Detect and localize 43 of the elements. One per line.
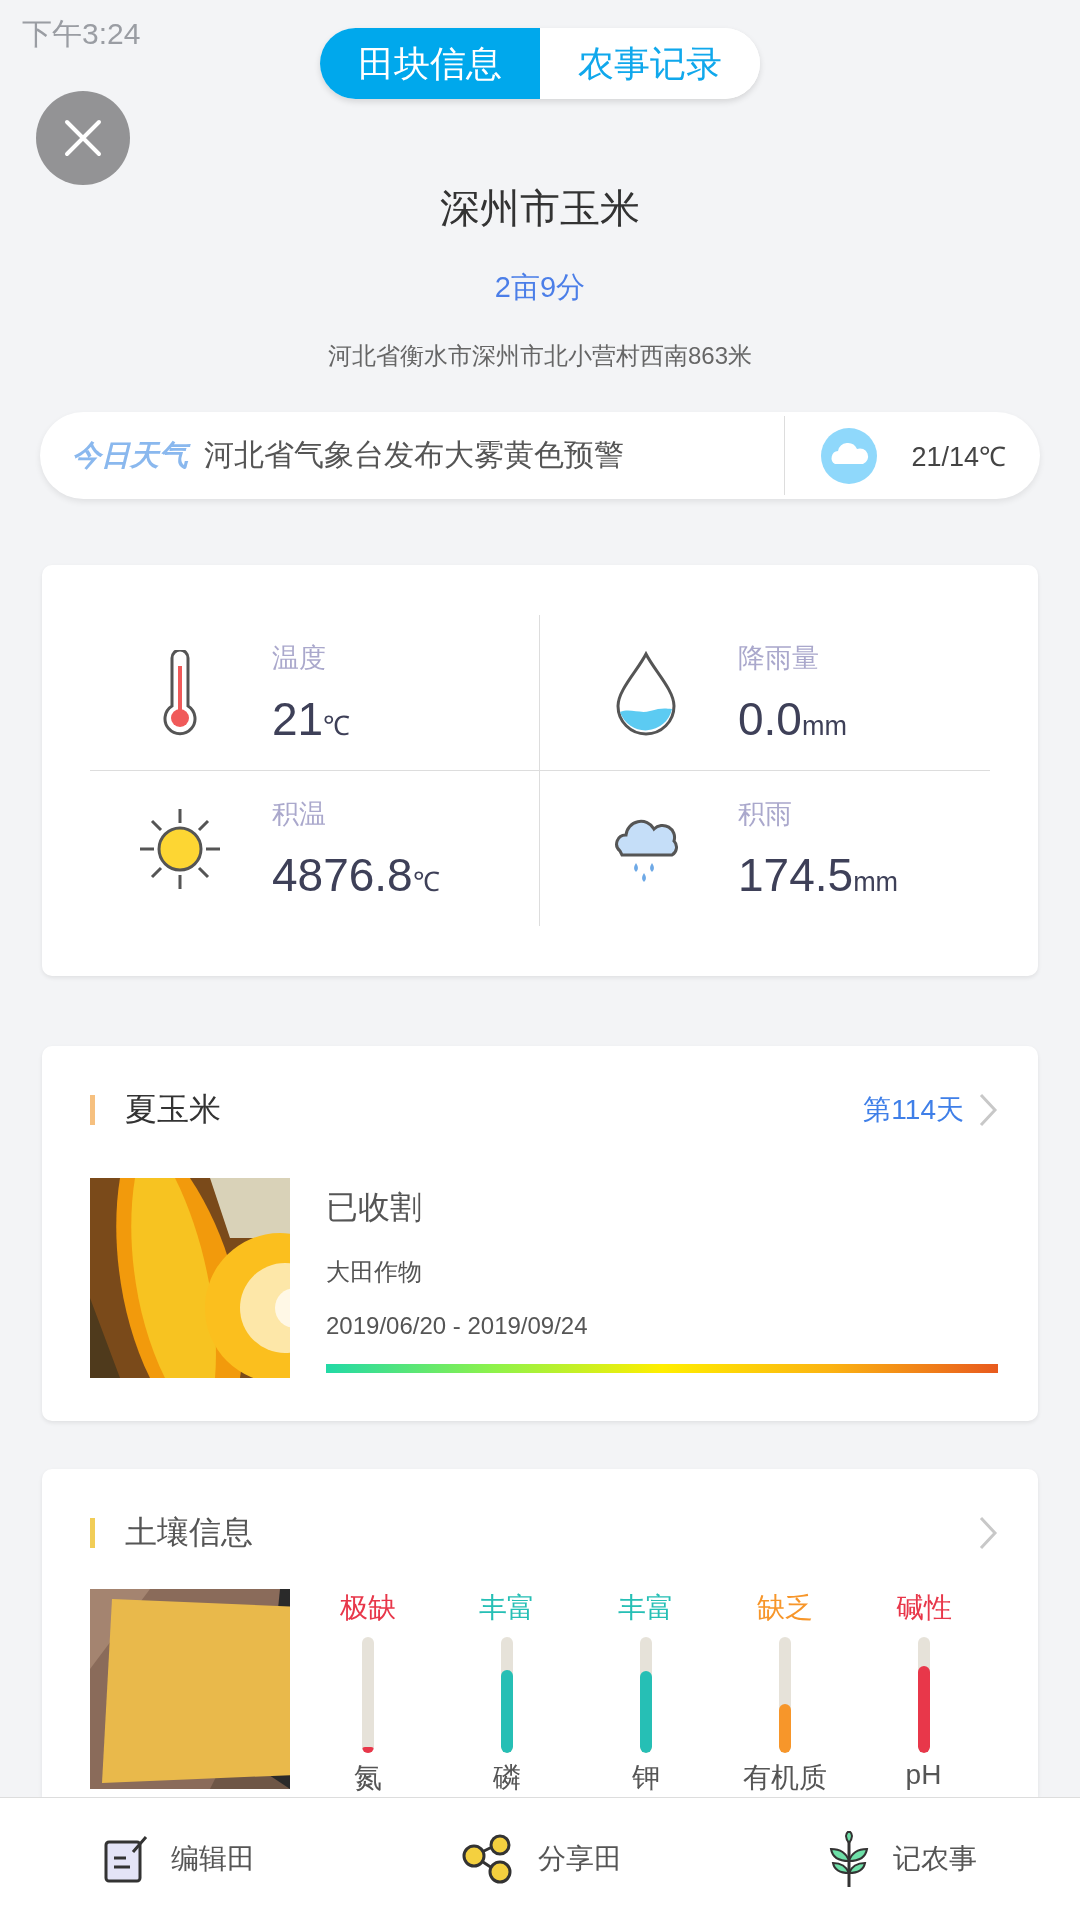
status-time: 下午3:24 <box>22 16 141 52</box>
warning-message: 河北省气象台发布大雾黄色预警 <box>204 437 625 474</box>
stat-label: 积温 <box>272 797 327 831</box>
stat-value: 4876.8℃ <box>272 847 440 902</box>
stat-label: 积雨 <box>738 797 793 831</box>
soil-status: 极缺 <box>339 1591 396 1625</box>
soil-status: 碱性 <box>895 1591 952 1625</box>
soil-card[interactable]: 土壤信息 极缺 氮 丰富 磷 丰富 钾 缺乏 有机质 碱性 pH <box>42 1469 1038 1797</box>
field-address: 河北省衡水市深州市北小营村西南863米 <box>327 341 752 372</box>
soil-nutrient-name: 有机质 <box>742 1761 827 1795</box>
soil-nutrient-name: 氮 <box>353 1761 382 1795</box>
soil-title: 土壤信息 <box>125 1513 254 1552</box>
chevron-right-icon <box>978 1515 998 1551</box>
stat-label: 降雨量 <box>738 641 820 675</box>
field-name: 深州市玉米 <box>440 185 640 233</box>
weather-bar[interactable]: 今日天气 河北省气象台发布大雾黄色预警 21/14℃ <box>40 412 1040 500</box>
soil-status: 缺乏 <box>756 1591 813 1625</box>
stat-value: 174.5mm <box>738 847 899 902</box>
soil-status: 丰富 <box>617 1591 674 1625</box>
crop-category: 大田作物 <box>326 1257 423 1288</box>
soil-nutrient-name: 钾 <box>631 1761 660 1795</box>
chevron-right-icon <box>978 1092 998 1129</box>
soil-nutrient-name: pH <box>905 1759 942 1791</box>
accent-bar <box>90 1095 95 1126</box>
soil-status: 丰富 <box>478 1591 535 1625</box>
soil-nutrient-name: 磷 <box>492 1761 521 1795</box>
stat-value: 0.0mm <box>738 691 847 746</box>
edit-icon <box>102 1834 149 1884</box>
sun-icon <box>138 806 222 891</box>
nav-button[interactable]: 分享田 <box>440 1824 642 1894</box>
water-drop-icon <box>614 649 678 736</box>
crop-title: 夏玉米 <box>125 1090 222 1130</box>
nav-button[interactable]: 记农事 <box>807 1821 998 1897</box>
crop-period: 2019/06/20 - 2019/09/24 <box>326 1312 589 1341</box>
accent-bar <box>90 1518 95 1548</box>
stat-label: 温度 <box>272 641 327 675</box>
weather-temperature: 21/14℃ <box>911 441 1006 475</box>
crop-status: 已收割 <box>326 1188 423 1228</box>
cloud-icon <box>821 427 878 484</box>
stat-value: 21℃ <box>272 691 351 746</box>
field-area: 2亩9分 <box>494 268 586 309</box>
nav-button[interactable]: 编辑田 <box>82 1824 275 1894</box>
crop-day-link[interactable]: 第114天 <box>863 1091 964 1130</box>
